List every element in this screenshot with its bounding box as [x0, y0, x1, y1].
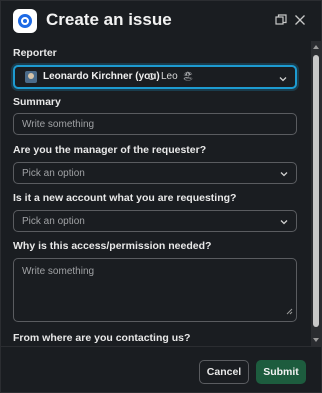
- reporter-label: Reporter: [13, 47, 57, 59]
- cancel-button[interactable]: Cancel: [199, 360, 249, 384]
- restore-window-icon[interactable]: [273, 12, 289, 28]
- summary-input[interactable]: Write something: [13, 113, 297, 135]
- new-account-select[interactable]: Pick an option: [13, 210, 297, 232]
- reporter-alias: Leo: [161, 71, 178, 82]
- contact-from-label: From where are you contacting us?: [13, 332, 191, 344]
- scrollbar-thumb[interactable]: [313, 55, 319, 327]
- scroll-up-icon[interactable]: [313, 45, 319, 49]
- modal-body: Reporter Leonardo Kirchner (you) Leo 🏖 S…: [1, 41, 311, 346]
- scroll-down-icon[interactable]: [313, 338, 319, 342]
- create-issue-modal: Create an issue Reporter Leonardo Kirchn…: [0, 0, 322, 393]
- avatar: [25, 71, 37, 83]
- new-account-placeholder: Pick an option: [22, 216, 85, 227]
- close-icon[interactable]: [292, 12, 308, 28]
- presence-status-icon: [148, 73, 155, 80]
- chevron-down-icon: [280, 169, 288, 180]
- scrollbar[interactable]: [311, 41, 321, 346]
- chevron-down-icon: [279, 74, 287, 85]
- submit-button[interactable]: Submit: [256, 360, 306, 384]
- status-emoji-icon: 🏖: [182, 71, 194, 81]
- manager-label: Are you the manager of the requester?: [13, 144, 207, 156]
- modal-title: Create an issue: [46, 10, 172, 29]
- reporter-select[interactable]: Leonardo Kirchner (you) Leo 🏖: [13, 65, 297, 89]
- summary-label: Summary: [13, 96, 61, 108]
- why-textarea[interactable]: Write something: [13, 258, 297, 322]
- modal-header: Create an issue: [1, 1, 321, 41]
- jira-service-desk-icon: [13, 9, 37, 33]
- resize-handle-icon[interactable]: [286, 307, 293, 318]
- new-account-label: Is it a new account what you are request…: [13, 192, 237, 204]
- why-label: Why is this access/permission needed?: [13, 240, 212, 252]
- modal-footer: Cancel Submit: [1, 346, 321, 393]
- manager-placeholder: Pick an option: [22, 168, 85, 179]
- manager-select[interactable]: Pick an option: [13, 162, 297, 184]
- why-placeholder: Write something: [22, 266, 95, 277]
- reporter-name: Leonardo Kirchner (you): [43, 71, 160, 82]
- chevron-down-icon: [280, 217, 288, 228]
- summary-placeholder: Write something: [22, 119, 95, 130]
